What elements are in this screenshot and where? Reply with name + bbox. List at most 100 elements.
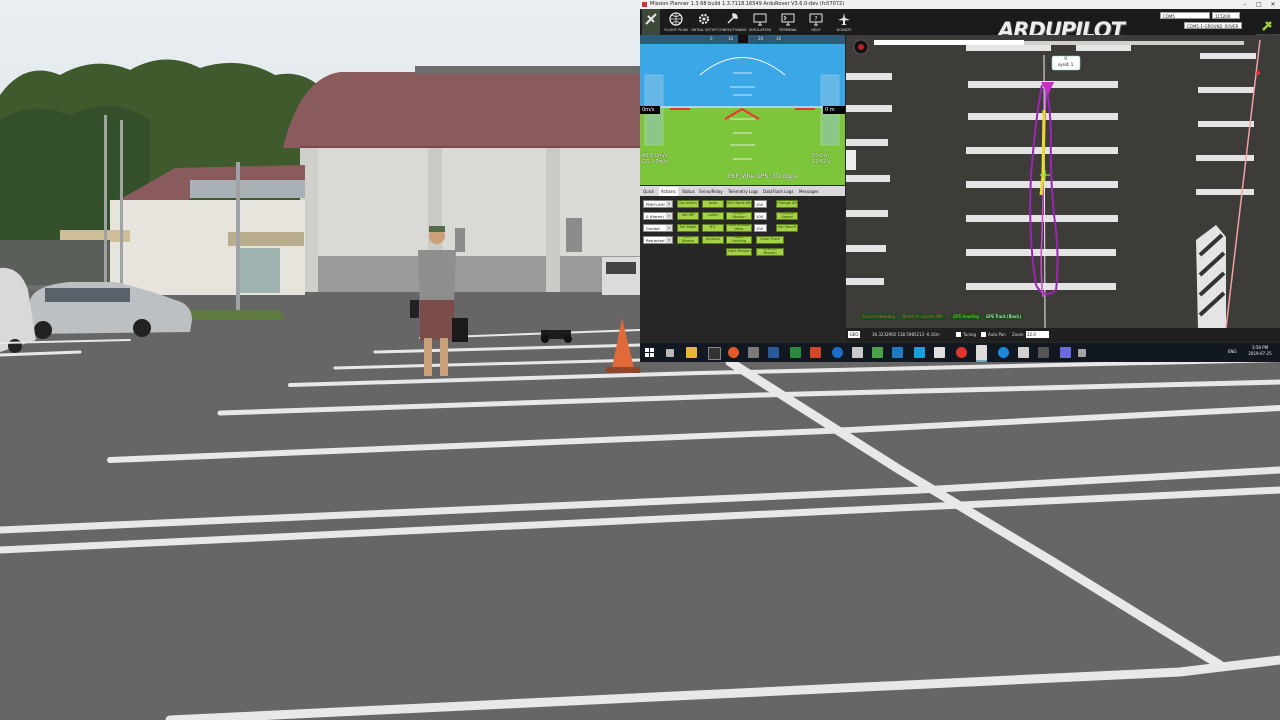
restart-mission-button[interactable]: Restart Mission — [726, 212, 752, 220]
app-icon[interactable] — [748, 347, 759, 358]
globe-icon — [669, 12, 683, 26]
mission-planner-task-icon[interactable] — [976, 345, 987, 362]
start-mission-button[interactable]: Start Mission — [726, 248, 752, 256]
task-view-icon[interactable] — [666, 349, 674, 357]
vehicle-label: 0 sysid: 1 — [1058, 56, 1074, 67]
firefox-icon[interactable] — [728, 347, 739, 358]
chevron-down-icon: ▾ — [666, 237, 672, 243]
windows-taskbar: ENG 3:58 PM 2019-07-25 — [640, 343, 1280, 362]
tab-telemetry-logs[interactable]: Telemetry Logs — [726, 187, 760, 196]
command-select[interactable]: PREFLIGH ▾ — [643, 200, 673, 208]
tab-status[interactable]: Status — [680, 187, 697, 196]
flight-data-icon — [645, 13, 657, 25]
zoom-input[interactable]: 22.0 — [1026, 331, 1049, 338]
clear-track-button[interactable]: Clear Track — [756, 236, 784, 244]
file-explorer-icon[interactable] — [686, 347, 697, 358]
maps-icon[interactable] — [832, 347, 843, 358]
speed-input[interactable]: 100 — [754, 212, 767, 220]
set-mode-button[interactable]: Set Mode — [677, 224, 699, 232]
mount-input[interactable]: 100 — [754, 224, 767, 232]
close-button[interactable]: ✕ — [1266, 0, 1280, 9]
app-icon[interactable] — [872, 347, 883, 358]
app-icon[interactable] — [914, 347, 925, 358]
change-alt-button[interactable]: Change Alt — [776, 200, 798, 208]
set-wp-button[interactable]: Set WP — [677, 212, 699, 220]
coordinates-readout: 36.3232992 138.5985213 -0.16m — [872, 332, 940, 337]
tuning-checkbox[interactable] — [956, 332, 961, 337]
svg-text:?: ? — [814, 16, 817, 23]
abort-landing-button[interactable]: Abort Landing — [726, 236, 752, 244]
terminal-app-icon[interactable] — [708, 347, 721, 360]
tab-dataflash-logs[interactable]: DataFlash Logs — [761, 187, 796, 196]
map-view[interactable]: 0 sysid: 1 Current Heading Direct to cur… — [846, 35, 1280, 328]
tuning-label: Tuning — [963, 332, 977, 337]
resume-mission-button[interactable]: Resume Mission — [756, 248, 784, 256]
main-menu: FLIGHT PLAN INITIAL SETUP CONFIG/TUNING … — [640, 9, 1280, 42]
app-icon[interactable] — [934, 347, 945, 358]
gear-icon — [698, 13, 710, 25]
port-select[interactable]: COM5 — [1160, 12, 1210, 19]
rtl-button[interactable]: RTL — [702, 224, 724, 232]
auto-button[interactable]: Auto — [702, 200, 724, 208]
geo-select[interactable]: GEO — [848, 331, 860, 338]
app-icon[interactable] — [768, 347, 779, 358]
actions-panel: PREFLIGH ▾ 0 (Home) ▾ Guided ▾ Retracted ▾ D… — [640, 196, 845, 343]
hud-panel: 0m/s 0 m AS 0.0m/s GS 0.0m/s 0>0 m 12.62… — [640, 35, 845, 185]
mode-select[interactable]: Guided ▾ — [643, 224, 673, 232]
hud-status: EKF Vibe GPS: 3D dgps — [728, 173, 798, 180]
app-icon[interactable] — [892, 347, 903, 358]
windows-start-icon[interactable] — [644, 347, 655, 358]
loiter-button[interactable]: Loiter — [702, 212, 724, 220]
set-home-alt-button[interactable]: Set Home Alt — [726, 200, 752, 208]
waypoint-select[interactable]: 0 (Home) ▾ — [643, 212, 673, 220]
tab-servo-relay[interactable]: Servo/Relay — [697, 187, 725, 196]
plane-icon — [838, 13, 850, 25]
maximize-button[interactable]: □ — [1252, 0, 1266, 9]
app-icon[interactable] — [852, 347, 863, 358]
language-indicator[interactable]: ENG — [1228, 349, 1237, 354]
wrench-icon — [727, 13, 738, 24]
powerpoint-icon[interactable] — [810, 347, 821, 358]
menu-label: DONATE — [836, 28, 852, 32]
tab-quick[interactable]: Quick — [641, 187, 656, 196]
joystick-button[interactable]: Joystick — [702, 236, 724, 244]
building-roof — [283, 72, 640, 148]
home-alt-input[interactable]: 100 — [754, 200, 767, 208]
legend-gps-track: GPS Track (Black) — [984, 314, 1024, 320]
app-icon[interactable] — [956, 347, 967, 358]
change-speed-button[interactable]: Change Speed — [776, 212, 798, 220]
arm-disarm-button[interactable]: Arm Disarm — [677, 236, 699, 244]
altitude-readout: 0 m — [825, 107, 835, 113]
do-action-button[interactable]: Do Action — [677, 200, 699, 208]
heading-tick: 10 — [728, 36, 734, 41]
terminal-icon — [781, 13, 795, 26]
mount-select[interactable]: Retracted ▾ — [643, 236, 673, 244]
plug-icon — [1262, 21, 1272, 31]
autopan-checkbox[interactable] — [981, 332, 986, 337]
tab-actions[interactable]: Actions — [659, 187, 678, 196]
mission-planner-window: Mission Planner 1.3.68 build 1.3.7118.16… — [640, 0, 1280, 362]
satellite-map — [846, 35, 1280, 328]
excel-icon[interactable] — [790, 347, 801, 358]
vehicle-select[interactable]: COM5-1-GROUND_ROVER — [1184, 22, 1242, 29]
legend-gps-heading: GPS Heading — [951, 314, 981, 320]
app-icon[interactable] — [1038, 347, 1049, 358]
title-bar: Mission Planner 1.3.68 build 1.3.7118.16… — [640, 0, 1280, 9]
app-icon[interactable] — [1060, 347, 1071, 358]
tab-messages[interactable]: Messages — [797, 187, 821, 196]
help-monitor-icon: ? — [809, 13, 823, 26]
chevron-down-icon: ▾ — [666, 225, 672, 231]
app-icon[interactable] — [1078, 349, 1086, 357]
raw-sensor-view-button[interactable]: Raw Sensor View — [726, 224, 752, 232]
skype-icon[interactable] — [998, 347, 1009, 358]
telemetry-left: AS 0.0m/s GS 0.0m/s — [642, 153, 668, 165]
ground-speed-readout: 0m/s — [642, 107, 655, 113]
clock[interactable]: 3:58 PM 2019-07-25 — [1244, 345, 1276, 357]
baud-select[interactable]: 115200 — [1212, 12, 1240, 19]
heading-tick: 20 — [758, 36, 764, 41]
minimize-button[interactable]: – — [1238, 0, 1252, 9]
set-mount-button[interactable]: Set Mount — [776, 224, 798, 232]
menu-donate[interactable]: DONATE — [830, 9, 858, 35]
telemetry-right: 0>0 m 12.62 v — [812, 153, 831, 165]
app-icon[interactable] — [1018, 347, 1029, 358]
